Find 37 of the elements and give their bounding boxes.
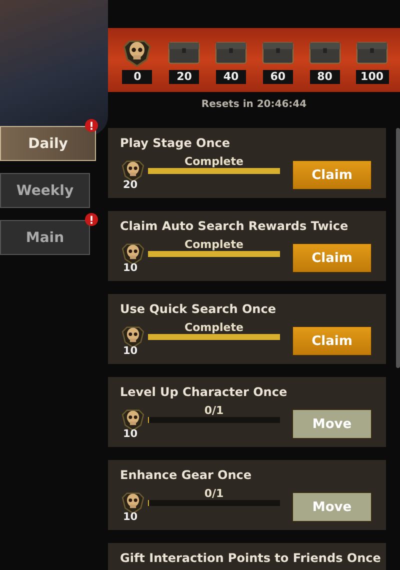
milestone-points: 20 [169,70,200,84]
move-button[interactable]: Move [292,492,372,522]
reward-amount: 10 [123,511,138,523]
reset-timer: Resets in 20:46:44 [200,99,308,110]
claim-button[interactable]: Claim [292,326,372,356]
task-title: Level Up Character Once [120,384,288,400]
scrollbar[interactable] [396,128,400,368]
task-title: Gift Interaction Points to Friends Once [120,550,382,566]
task-title: Claim Auto Search Rewards Twice [120,218,350,234]
chest-icon [262,39,294,65]
claim-button[interactable]: Claim [292,243,372,273]
milestone-points: 40 [216,70,246,84]
progress-text: Complete [184,155,244,169]
claim-button[interactable]: Claim [292,160,372,190]
tab[interactable]: Weekly [0,173,90,208]
reward-amount: 10 [123,428,138,440]
reward-amount: 10 [123,262,138,274]
chest-icon [308,39,341,65]
milestone-points: 100 [356,70,389,84]
milestone-points: 0 [122,70,152,84]
milestone-points: 60 [262,70,293,84]
reward-amount: 10 [123,345,138,357]
reward-amount: 20 [123,179,138,191]
move-button[interactable]: Move [292,409,372,439]
task-title: Enhance Gear Once [120,467,253,483]
progress-text: Complete [184,321,244,335]
chest-icon [215,39,248,65]
chest-icon [356,39,388,65]
chest-icon [168,39,200,65]
progress-text: Complete [184,238,244,252]
progress-text: 0/1 [203,487,225,501]
task-title: Use Quick Search Once [120,301,277,317]
tab[interactable]: Main [0,220,90,255]
tab[interactable]: Daily [0,126,96,161]
task-title: Play Stage Once [120,135,232,151]
milestone-points: 80 [310,70,340,84]
progress-text: 0/1 [203,404,225,418]
